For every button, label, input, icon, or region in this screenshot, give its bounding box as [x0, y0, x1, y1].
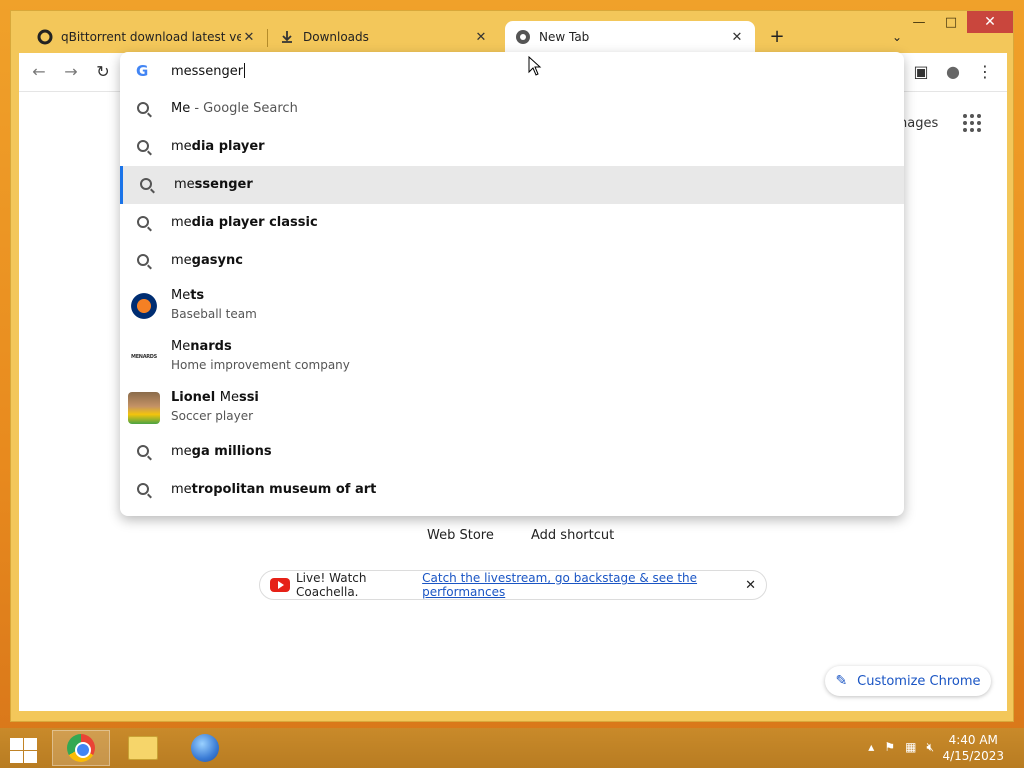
close-icon[interactable]: ✕ [473, 30, 489, 45]
chrome-icon [515, 29, 531, 45]
tab-downloads[interactable]: Downloads ✕ [269, 21, 499, 53]
tab-search-button[interactable]: ⌄ [887, 27, 907, 47]
suggestion-subtitle: Baseball team [171, 307, 257, 321]
search-icon [139, 177, 155, 193]
search-icon [136, 139, 152, 155]
shortcut-web-store[interactable]: Web Store [427, 528, 494, 543]
flag-icon[interactable]: ⚑ [884, 740, 895, 755]
suggestion-subtitle: Home improvement company [171, 358, 350, 372]
suggestion-text: Mets [171, 288, 205, 303]
folder-icon [128, 736, 158, 760]
menards-logo-icon: MENARDS [128, 340, 160, 373]
shortcut-add[interactable]: Add shortcut [531, 528, 614, 543]
tab-strip: qBittorrent download latest versi ✕ Down… [27, 21, 1007, 53]
search-icon [136, 215, 152, 231]
suggestion-item[interactable]: megasync [120, 242, 904, 280]
close-icon[interactable]: ✕ [745, 578, 756, 593]
taskbar-clock[interactable]: 4:40 AM 4/15/2023 [942, 732, 1004, 764]
back-button[interactable]: ← [27, 61, 51, 83]
suggestion-item[interactable]: messenger [120, 166, 904, 204]
search-icon [136, 101, 152, 117]
qbittorrent-icon [37, 29, 53, 45]
taskbar-file-explorer[interactable] [114, 730, 172, 766]
promo-banner: Live! Watch Coachella. Catch the livestr… [259, 570, 767, 600]
omnibox-text[interactable]: messenger [171, 63, 245, 79]
suggestion-item[interactable]: Mets Baseball team [120, 280, 904, 331]
suggestion-item[interactable]: mega millions [120, 433, 904, 471]
suggestion-text: megasync [171, 253, 243, 268]
suggestion-text: mega millions [171, 444, 272, 459]
reload-button[interactable]: ↻ [91, 61, 115, 83]
suggestion-subtitle: Soccer player [171, 409, 254, 423]
forward-button[interactable]: → [59, 61, 83, 83]
suggestion-item[interactable]: MENARDS Menards Home improvement company [120, 331, 904, 382]
taskbar-chrome[interactable] [52, 730, 110, 766]
mets-logo-icon [128, 289, 160, 322]
tab-title: New Tab [539, 30, 590, 44]
network-icon[interactable]: ▦ [905, 740, 916, 755]
system-tray: ▴ ⚑ ▦ 🔇︎ [868, 740, 934, 755]
customize-label: Customize Chrome [857, 673, 981, 689]
youtube-icon [270, 578, 290, 592]
suggestion-item[interactable]: metropolitan museum of art [120, 471, 904, 509]
suggestion-item[interactable]: media player classic [120, 204, 904, 242]
new-tab-button[interactable]: + [767, 27, 787, 47]
taskbar: ▴ ⚑ ▦ 🔇︎ 4:40 AM 4/15/2023 [0, 728, 1024, 768]
images-link[interactable]: nages [899, 116, 938, 131]
search-icon [136, 444, 152, 460]
suggestion-text: Me - Google Search [171, 101, 298, 116]
suggestion-text: metropolitan museum of art [171, 482, 377, 497]
search-icon [136, 482, 152, 498]
tab-new-tab[interactable]: New Tab ✕ [505, 21, 755, 53]
tab-divider [267, 29, 268, 47]
search-icon [136, 253, 152, 269]
tab-qbittorrent[interactable]: qBittorrent download latest versi ✕ [27, 21, 267, 53]
omnibox-input[interactable]: G messenger [120, 52, 904, 90]
promo-text: Live! Watch Coachella. [296, 571, 367, 599]
profile-avatar[interactable]: ● [941, 61, 965, 83]
windows-start-icon[interactable] [8, 736, 38, 763]
suggestion-text: messenger [174, 177, 253, 192]
tab-title: Downloads [303, 30, 369, 44]
suggestion-item[interactable]: media player [120, 128, 904, 166]
side-panel-icon[interactable]: ▣ [909, 61, 933, 83]
tab-title: qBittorrent download latest versi [61, 30, 241, 44]
suggestion-text: Lionel Messi [171, 390, 259, 405]
close-icon[interactable]: ✕ [729, 30, 745, 45]
download-icon [279, 29, 295, 45]
suggestion-text: media player classic [171, 215, 318, 230]
globe-icon [191, 734, 219, 762]
suggestion-text: media player [171, 139, 265, 154]
person-thumbnail [128, 391, 160, 424]
menu-icon[interactable]: ⋮ [973, 61, 997, 83]
taskbar-globe-app[interactable] [176, 730, 234, 766]
omnibox-dropdown: G messenger Me - Google Search media play… [120, 52, 904, 516]
google-icon: G [136, 62, 149, 80]
apps-grid-icon[interactable] [963, 114, 981, 132]
close-icon[interactable]: ✕ [241, 30, 257, 45]
pencil-icon: ✎ [835, 673, 848, 689]
promo-link[interactable]: Catch the livestream, go backstage & see… [422, 571, 745, 599]
suggestion-item[interactable]: Me - Google Search [120, 90, 904, 128]
suggestion-text: Menards [171, 339, 232, 354]
clock-time: 4:40 AM [948, 733, 998, 747]
suggestion-item[interactable]: Lionel Messi Soccer player [120, 382, 904, 433]
customize-chrome-button[interactable]: ✎ Customize Chrome [825, 666, 991, 696]
chrome-icon [67, 734, 95, 762]
clock-date: 4/15/2023 [942, 749, 1004, 763]
volume-muted-icon[interactable]: 🔇︎ [926, 740, 934, 755]
chevron-up-icon[interactable]: ▴ [868, 740, 874, 755]
